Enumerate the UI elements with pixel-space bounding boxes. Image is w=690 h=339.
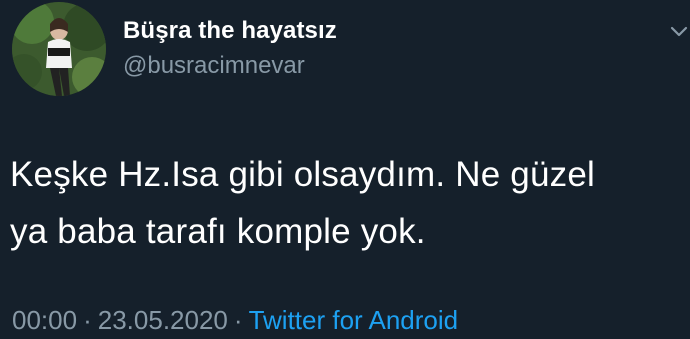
display-name[interactable]: Büşra the hayatsız xyxy=(123,17,337,45)
tweet-text-line: Keşke Hz.Isa gibi olsaydım. Ne güzel xyxy=(10,155,595,194)
tweet-card: Büşra the hayatsız @busracimnevar Keşke … xyxy=(0,0,690,339)
avatar-photo-icon xyxy=(12,2,106,96)
meta-separator: · xyxy=(233,305,243,335)
tweet-text: Keşke Hz.Isa gibi olsaydım. Ne güzel ya … xyxy=(10,146,680,260)
chevron-down-icon[interactable] xyxy=(668,24,690,40)
tweet-source-link[interactable]: Twitter for Android xyxy=(249,305,459,335)
tweet-text-line: ya baba tarafı komple yok. xyxy=(10,212,426,251)
user-handle[interactable]: @busracimnevar xyxy=(123,52,305,80)
tweet-time[interactable]: 00:00 xyxy=(12,305,77,335)
tweet-meta: 00:00 · 23.05.2020 · Twitter for Android xyxy=(12,305,458,336)
meta-separator: · xyxy=(83,305,92,335)
avatar[interactable] xyxy=(12,2,106,96)
tweet-date[interactable]: 23.05.2020 xyxy=(98,305,228,335)
